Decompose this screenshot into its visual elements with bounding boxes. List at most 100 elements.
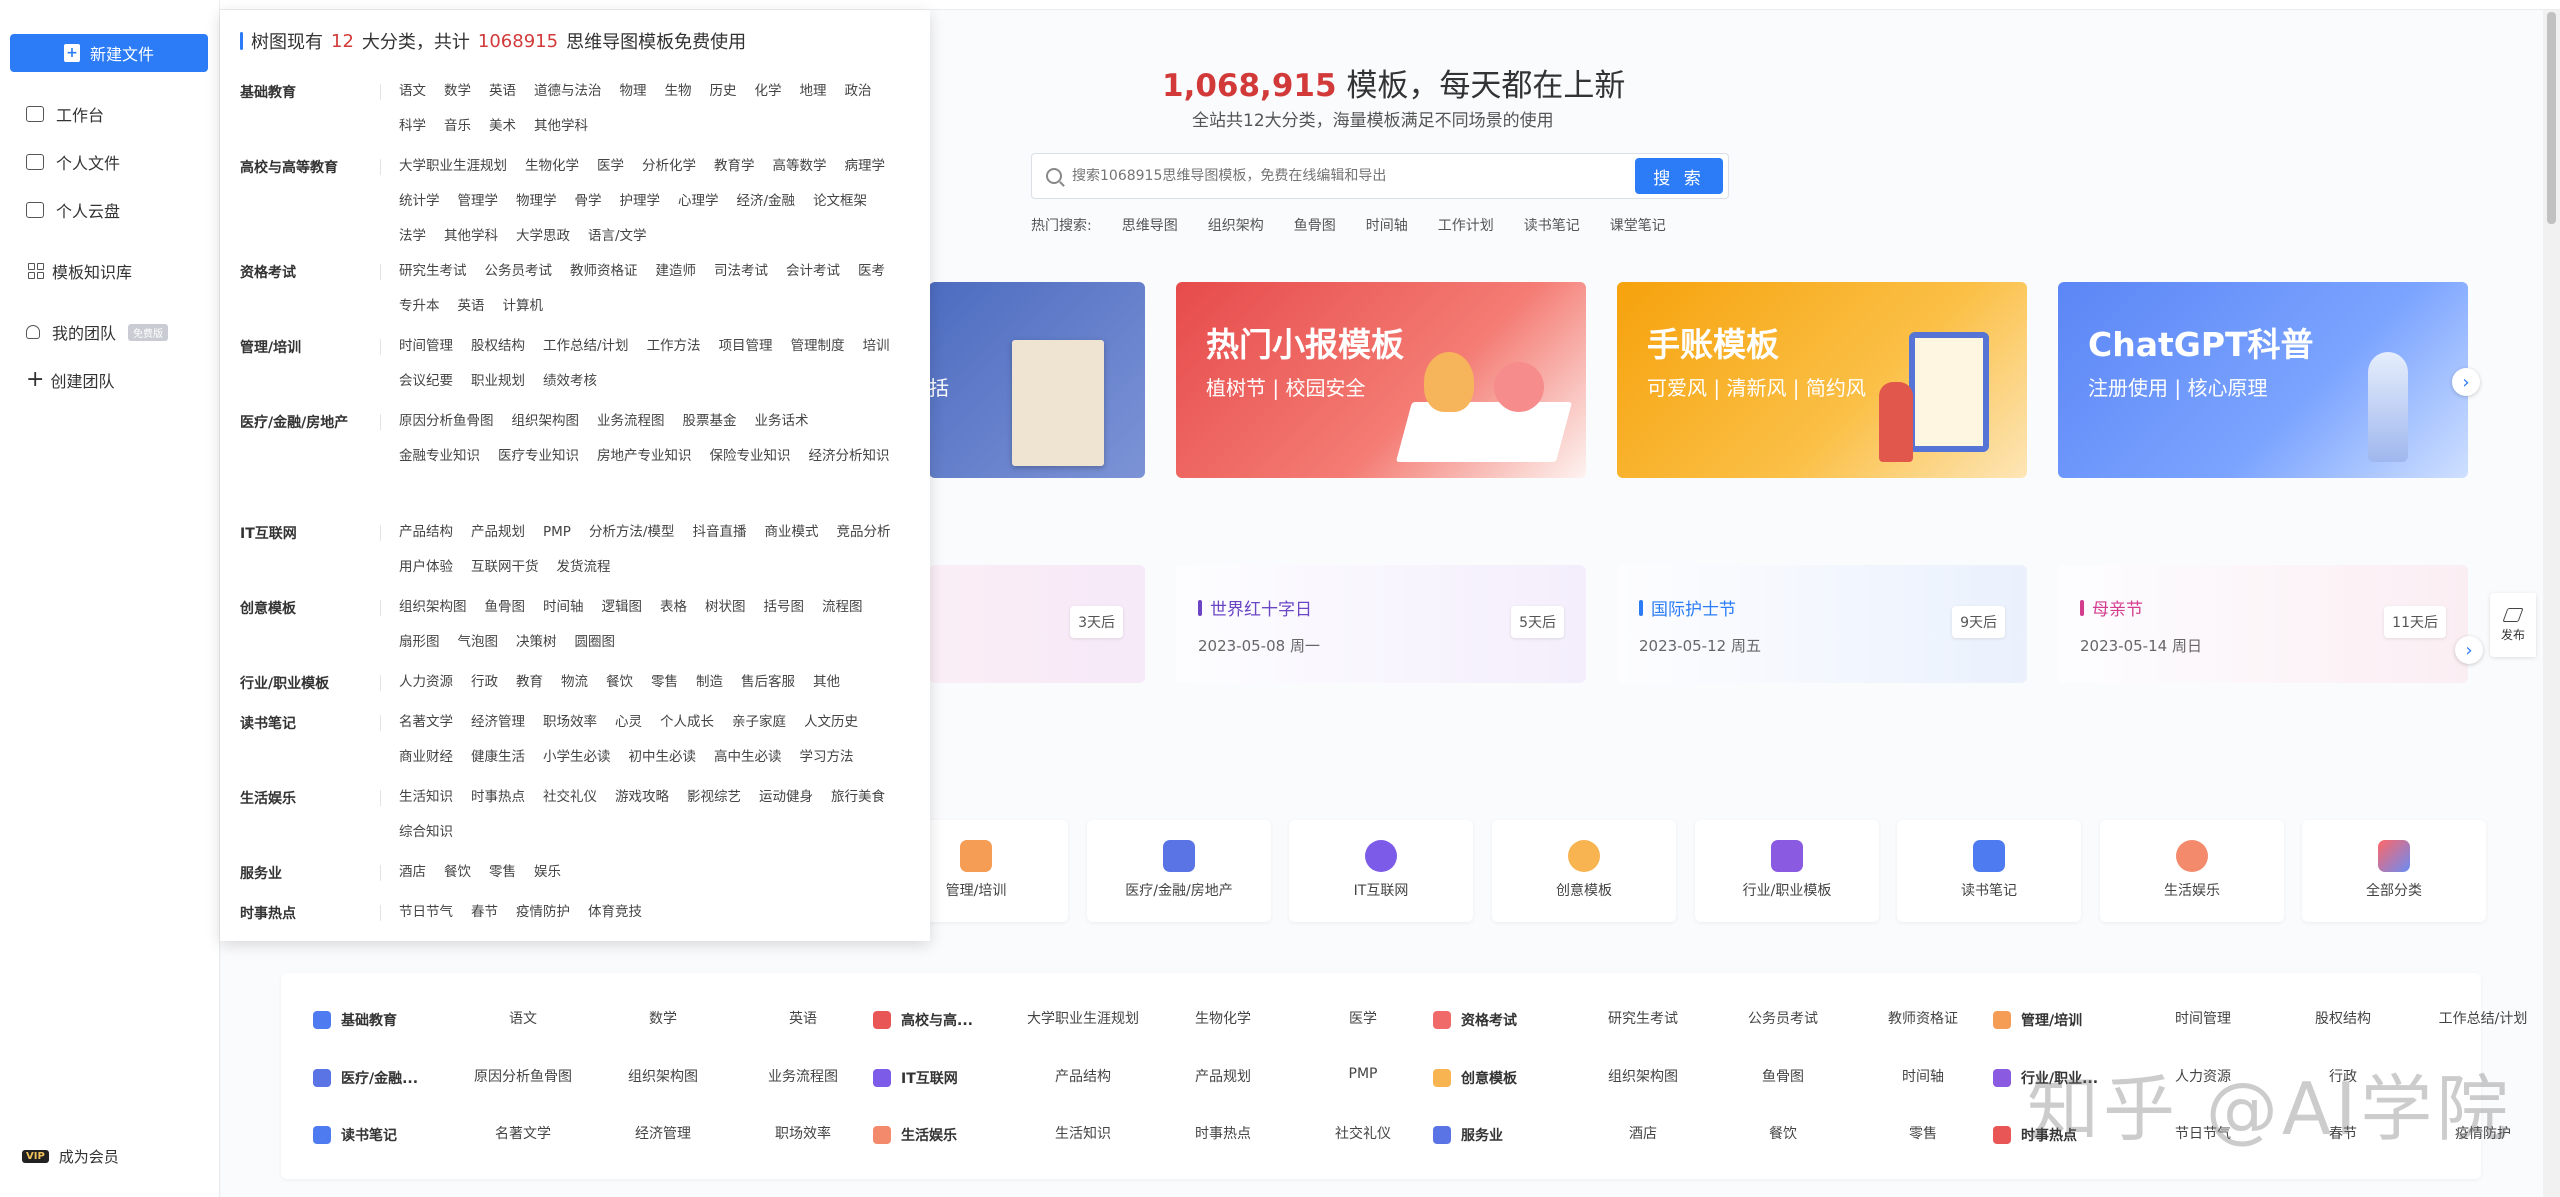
dropdown-item[interactable]: 娱乐 <box>534 863 561 881</box>
dropdown-item[interactable]: 分析化学 <box>642 157 696 175</box>
dropdown-item[interactable]: 护理学 <box>620 192 661 210</box>
dropdown-item[interactable]: 数学 <box>444 82 471 100</box>
table-cell-link[interactable]: 产品结构 <box>1013 1066 1153 1090</box>
dropdown-item[interactable]: 培训 <box>863 337 890 355</box>
dropdown-item[interactable]: 亲子家庭 <box>732 713 786 731</box>
dropdown-item[interactable]: 管理制度 <box>791 337 845 355</box>
dropdown-item[interactable]: 工作方法 <box>647 337 701 355</box>
new-file-button[interactable]: + 新建文件 <box>10 34 208 72</box>
dropdown-item[interactable]: 会议纪要 <box>399 372 453 390</box>
dropdown-item[interactable]: 教师资格证 <box>570 262 638 280</box>
dropdown-item[interactable]: PMP <box>543 523 571 541</box>
dropdown-group-label[interactable]: 服务业 <box>240 863 355 883</box>
dropdown-item[interactable]: 医疗专业知识 <box>498 447 579 465</box>
dropdown-item[interactable]: 房地产专业知识 <box>597 447 692 465</box>
table-cell-link[interactable]: PMP <box>1293 1066 1433 1090</box>
table-cell-link[interactable]: 经济管理 <box>593 1123 733 1147</box>
dropdown-item[interactable]: 产品结构 <box>399 523 453 541</box>
table-category-head[interactable]: 高校与高... <box>873 1008 1013 1032</box>
dropdown-item[interactable]: 骨学 <box>575 192 602 210</box>
dropdown-item[interactable]: 英语 <box>489 82 516 100</box>
dropdown-item[interactable]: 股权结构 <box>471 337 525 355</box>
dropdown-item[interactable]: 经济/金融 <box>737 192 796 210</box>
dropdown-item[interactable]: 建造师 <box>656 262 697 280</box>
dropdown-item[interactable]: 保险专业知识 <box>710 447 791 465</box>
dropdown-group-label[interactable]: IT互联网 <box>240 523 355 543</box>
holiday-card[interactable]: 3天后 <box>929 565 1145 683</box>
dropdown-item[interactable]: 物理 <box>620 82 647 100</box>
table-category-head[interactable]: 创意模板 <box>1433 1066 1573 1090</box>
table-category-head[interactable]: 基础教育 <box>313 1008 453 1032</box>
dropdown-item[interactable]: 扇形图 <box>399 633 440 651</box>
dropdown-item[interactable]: 时间管理 <box>399 337 453 355</box>
category-card[interactable]: 生活娱乐 <box>2100 820 2284 922</box>
dropdown-group-label[interactable]: 医疗/金融/房地产 <box>240 412 355 432</box>
dropdown-item[interactable]: 高等数学 <box>773 157 827 175</box>
dropdown-item[interactable]: 学习方法 <box>800 748 854 766</box>
hot-search-item[interactable]: 组织架构 <box>1208 215 1264 235</box>
sidebar-item-personal-files[interactable]: 个人文件 <box>26 150 120 174</box>
dropdown-item[interactable]: 道德与法治 <box>534 82 602 100</box>
table-cell-link[interactable]: 医学 <box>1293 1008 1433 1032</box>
dropdown-item[interactable]: 抖音直播 <box>693 523 747 541</box>
dropdown-item[interactable]: 物理学 <box>516 192 557 210</box>
dropdown-item[interactable]: 计算机 <box>503 297 544 315</box>
dropdown-item[interactable]: 疫情防护 <box>516 903 570 921</box>
dropdown-item[interactable]: 音乐 <box>444 117 471 135</box>
dropdown-item[interactable]: 鱼骨图 <box>485 598 526 616</box>
dropdown-item[interactable]: 病理学 <box>845 157 886 175</box>
holiday-card[interactable]: 母亲节 2023-05-14 周日 11天后 <box>2058 565 2468 683</box>
hot-search-item[interactable]: 课堂笔记 <box>1610 215 1666 235</box>
dropdown-item[interactable]: 生物化学 <box>525 157 579 175</box>
dropdown-item[interactable]: 政治 <box>845 82 872 100</box>
dropdown-item[interactable]: 括号图 <box>764 598 805 616</box>
banner-next-arrow-icon[interactable]: › <box>2452 368 2480 396</box>
dropdown-group-label[interactable]: 生活娱乐 <box>240 788 355 808</box>
category-card[interactable]: 医疗/金融/房地产 <box>1087 820 1271 922</box>
dropdown-item[interactable]: 生活知识 <box>399 788 453 806</box>
dropdown-item[interactable]: 医学 <box>597 157 624 175</box>
table-cell-link[interactable]: 产品规划 <box>1153 1066 1293 1090</box>
dropdown-item[interactable]: 游戏攻略 <box>615 788 669 806</box>
dropdown-item[interactable]: 竞品分析 <box>837 523 891 541</box>
table-cell-link[interactable]: 职场效率 <box>733 1123 873 1147</box>
dropdown-item[interactable]: 组织架构图 <box>512 412 580 430</box>
dropdown-item[interactable]: 决策树 <box>516 633 557 651</box>
table-category-head[interactable]: IT互联网 <box>873 1066 1013 1090</box>
dropdown-item[interactable]: 逻辑图 <box>602 598 643 616</box>
dropdown-item[interactable]: 语言/文学 <box>588 227 647 245</box>
dropdown-item[interactable]: 英语 <box>458 297 485 315</box>
holiday-card[interactable]: 世界红十字日 2023-05-08 周一 5天后 <box>1176 565 1586 683</box>
publish-button[interactable]: 发布 <box>2490 593 2536 657</box>
dropdown-item[interactable]: 制造 <box>696 673 723 691</box>
table-cell-link[interactable]: 英语 <box>733 1008 873 1032</box>
dropdown-item[interactable]: 大学职业生涯规划 <box>399 157 507 175</box>
table-cell-link[interactable]: 零售 <box>1853 1123 1993 1147</box>
table-category-head[interactable]: 资格考试 <box>1433 1008 1573 1032</box>
dropdown-item[interactable]: 工作总结/计划 <box>543 337 629 355</box>
holiday-next-arrow-icon[interactable]: › <box>2455 636 2483 664</box>
dropdown-item[interactable]: 心灵 <box>615 713 642 731</box>
dropdown-item[interactable]: 分析方法/模型 <box>589 523 675 541</box>
dropdown-item[interactable]: 其他 <box>813 673 840 691</box>
banner-card[interactable]: 手账模板 可爱风 | 清新风 | 简约风 <box>1617 282 2027 478</box>
dropdown-item[interactable]: 统计学 <box>399 192 440 210</box>
dropdown-item[interactable]: 论文框架 <box>813 192 867 210</box>
table-cell-link[interactable]: 股权结构 <box>2273 1008 2413 1032</box>
dropdown-group-label[interactable]: 基础教育 <box>240 82 355 102</box>
dropdown-group-label[interactable]: 高校与高等教育 <box>240 157 355 177</box>
hot-search-item[interactable]: 时间轴 <box>1366 215 1408 235</box>
dropdown-item[interactable]: 大学思政 <box>516 227 570 245</box>
table-cell-link[interactable]: 鱼骨图 <box>1713 1066 1853 1090</box>
dropdown-item[interactable]: 教育学 <box>714 157 755 175</box>
table-cell-link[interactable]: 餐饮 <box>1713 1123 1853 1147</box>
dropdown-item[interactable]: 影视综艺 <box>687 788 741 806</box>
dropdown-item[interactable]: 健康生活 <box>471 748 525 766</box>
dropdown-item[interactable]: 行政 <box>471 673 498 691</box>
dropdown-item[interactable]: 业务话术 <box>755 412 809 430</box>
dropdown-item[interactable]: 医考 <box>858 262 885 280</box>
table-cell-link[interactable]: 名著文学 <box>453 1123 593 1147</box>
table-cell-link[interactable]: 生物化学 <box>1153 1008 1293 1032</box>
search-button[interactable]: 搜 索 <box>1635 158 1723 194</box>
dropdown-item[interactable]: 物流 <box>561 673 588 691</box>
